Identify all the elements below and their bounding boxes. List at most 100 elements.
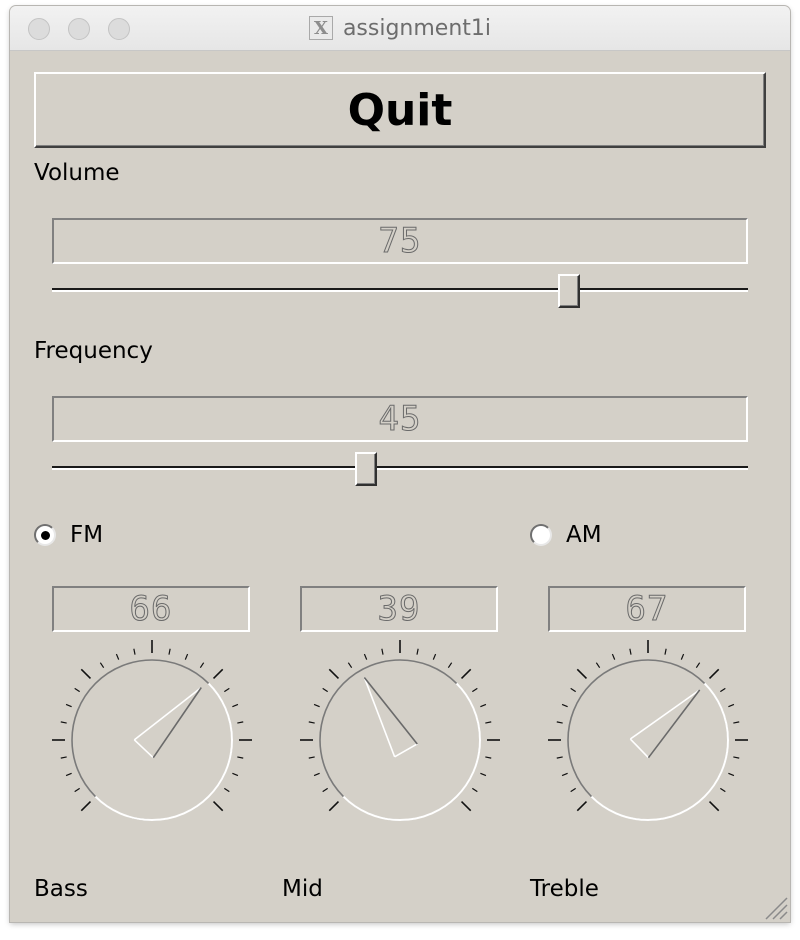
- quit-button[interactable]: Quit: [34, 72, 766, 148]
- dial-tick: [65, 703, 72, 708]
- dial-tick: [115, 653, 120, 660]
- fm-radio[interactable]: FM: [34, 522, 103, 548]
- dial-tick: [65, 772, 72, 777]
- dial-tick: [570, 687, 576, 693]
- dial-tick: [184, 653, 189, 660]
- frequency-slider-track[interactable]: [52, 466, 748, 470]
- window-title-group: X assignment1i: [10, 6, 790, 50]
- treble-lcd: 67: [548, 586, 746, 632]
- dial-tick: [60, 756, 67, 759]
- bass-lcd: 66: [52, 586, 250, 632]
- am-radio-indicator[interactable]: [530, 524, 552, 546]
- dial-needle-shadow: [152, 687, 202, 759]
- dial-needle-highlight: [363, 677, 396, 758]
- dial-tick: [416, 648, 419, 655]
- frequency-label: Frequency: [34, 338, 153, 364]
- dial-tick: [80, 800, 92, 812]
- am-radio[interactable]: AM: [530, 522, 602, 548]
- dial-face-highlight: [94, 682, 233, 821]
- volume-value: 75: [378, 221, 422, 262]
- dial-tick: [199, 662, 205, 668]
- dial-tick: [595, 662, 601, 668]
- volume-slider-track[interactable]: [52, 288, 748, 292]
- dial-tick: [556, 721, 563, 724]
- main-content: Quit Volume 75 Frequency 45 FM AM 66 39 …: [10, 50, 790, 922]
- dial-tick: [611, 653, 616, 660]
- dial-tick: [447, 662, 453, 668]
- dial-tick: [485, 721, 492, 724]
- mid-dial[interactable]: [300, 640, 500, 840]
- dial-face-highlight: [590, 682, 729, 821]
- bass-label: Bass: [34, 876, 88, 902]
- dial-tick: [561, 772, 568, 777]
- dial-tick: [74, 687, 80, 693]
- dial-tick: [80, 668, 92, 680]
- dial-tick: [708, 668, 720, 680]
- dial-needle-shadow: [647, 689, 701, 759]
- am-label: AM: [566, 522, 602, 548]
- dial-tick: [728, 703, 735, 708]
- dial-tick: [720, 687, 726, 693]
- dial-tick: [480, 772, 487, 777]
- fm-label: FM: [70, 522, 104, 548]
- fm-radio-indicator[interactable]: [34, 524, 56, 546]
- dial-tick: [168, 648, 171, 655]
- dial-face-highlight: [342, 682, 481, 821]
- dial-needle-shadow: [363, 676, 418, 745]
- mid-label: Mid: [282, 876, 323, 902]
- bass-dial[interactable]: [52, 640, 252, 840]
- frequency-slider-thumb[interactable]: [355, 452, 378, 486]
- dial-tick: [328, 800, 340, 812]
- dial-tick: [733, 756, 740, 759]
- dial-tick: [733, 721, 740, 724]
- x11-icon: X: [308, 16, 333, 40]
- volume-label: Volume: [34, 160, 120, 186]
- dial-tick: [472, 687, 478, 693]
- dial-tick: [212, 800, 224, 812]
- dial-tick: [629, 648, 632, 655]
- dial-tick: [570, 787, 576, 793]
- resize-grip-icon[interactable]: [760, 892, 788, 920]
- dial-tick: [720, 787, 726, 793]
- dial-tick: [328, 668, 340, 680]
- dial-tick: [232, 703, 239, 708]
- treble-dial[interactable]: [548, 640, 748, 840]
- radio-selected-dot: [40, 530, 50, 540]
- dial-needle-highlight: [133, 686, 202, 741]
- mid-lcd: 39: [300, 586, 498, 632]
- dial-tick: [708, 800, 720, 812]
- dial-tick: [347, 662, 353, 668]
- dial-tick: [60, 721, 67, 724]
- dial-tick: [313, 772, 320, 777]
- dial-tick: [664, 648, 667, 655]
- app-window: X assignment1i Quit Volume 75 Frequency …: [10, 6, 790, 922]
- dial-tick: [485, 756, 492, 759]
- dial-tick: [695, 662, 701, 668]
- dial-tick: [313, 703, 320, 708]
- dial-tick: [74, 787, 80, 793]
- dial-tick: [308, 721, 315, 724]
- dial-tick: [576, 668, 588, 680]
- dial-tick: [212, 668, 224, 680]
- volume-slider-thumb[interactable]: [557, 274, 580, 308]
- dial-tick: [472, 787, 478, 793]
- dial-tick: [363, 653, 368, 660]
- volume-lcd: 75: [52, 218, 748, 264]
- dial-tick: [680, 653, 685, 660]
- dial-tick: [322, 687, 328, 693]
- dial-needle-highlight: [629, 689, 701, 740]
- frequency-value: 45: [378, 399, 422, 440]
- dial-tick: [99, 662, 105, 668]
- dial-tick: [460, 800, 472, 812]
- mid-value: 39: [377, 589, 421, 630]
- dial-tick: [561, 703, 568, 708]
- dial-tick: [232, 772, 239, 777]
- dial-tick: [237, 756, 244, 759]
- dial-tick: [728, 772, 735, 777]
- dial-tick: [224, 687, 230, 693]
- dial-tick: [133, 648, 136, 655]
- dial-tick: [322, 787, 328, 793]
- dial-needle-base: [394, 743, 418, 758]
- dial-tick: [224, 787, 230, 793]
- dial-needle-base: [133, 739, 154, 759]
